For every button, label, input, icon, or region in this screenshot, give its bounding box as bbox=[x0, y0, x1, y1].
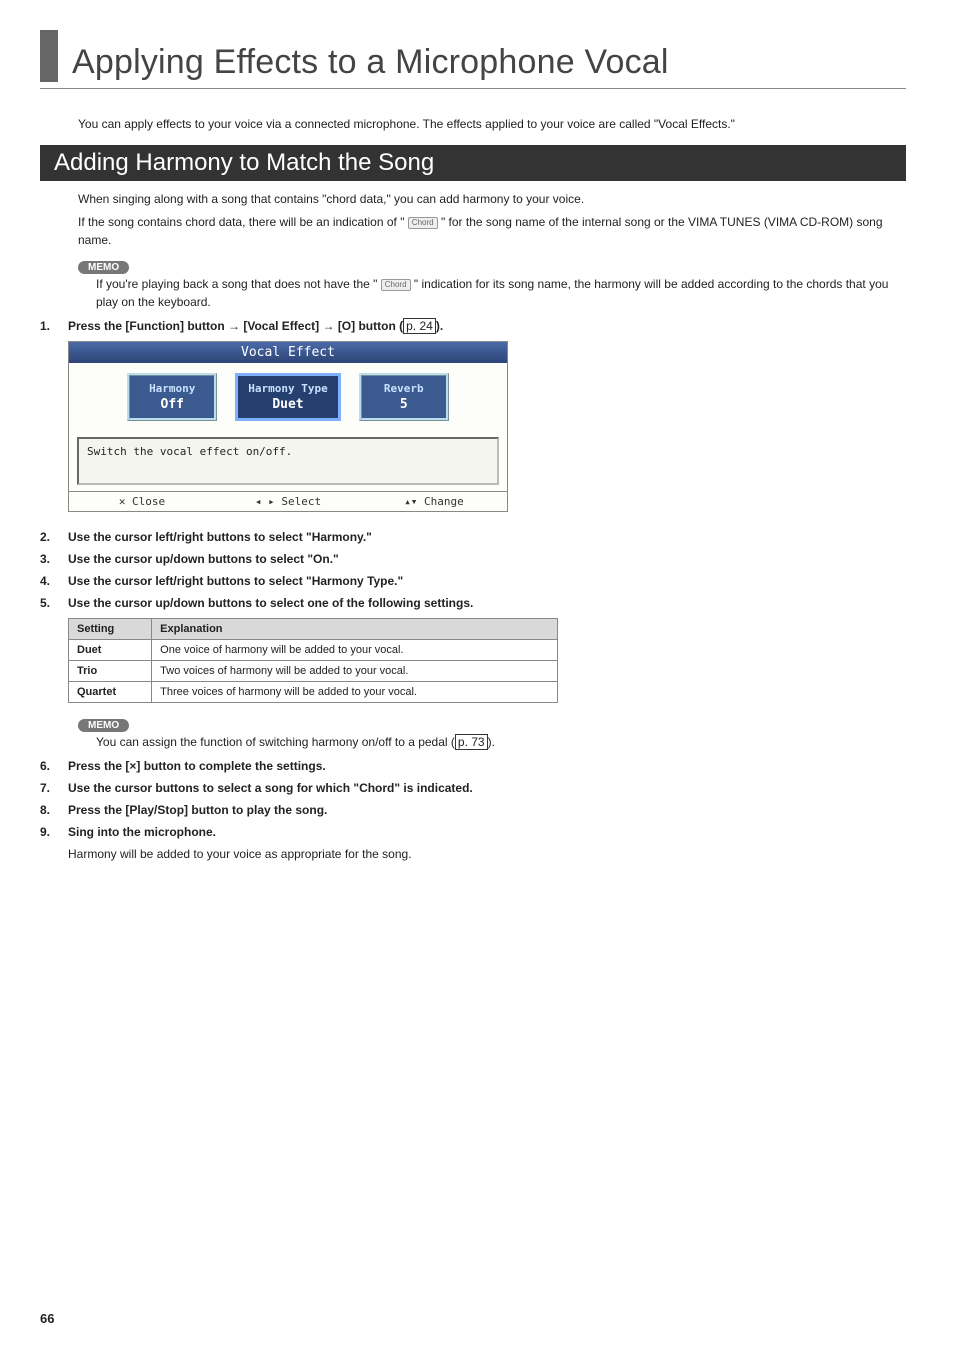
page-ref-link[interactable]: p. 73 bbox=[455, 734, 488, 750]
table-header-row: Setting Explanation bbox=[69, 618, 558, 639]
para-2a: If the song contains chord data, there w… bbox=[78, 215, 408, 229]
step1-texta: Press the [Function] button bbox=[68, 319, 228, 333]
step-body: Sing into the microphone. bbox=[68, 825, 906, 839]
step-number: 3. bbox=[40, 552, 68, 566]
step1-textc: [O] button ( bbox=[338, 319, 403, 333]
step-number: 1. bbox=[40, 319, 68, 333]
page-number: 66 bbox=[40, 1311, 54, 1326]
param-type-value: Duet bbox=[248, 397, 327, 412]
step-row: 4. Use the cursor left/right buttons to … bbox=[40, 574, 906, 588]
step-row: 7. Use the cursor buttons to select a so… bbox=[40, 781, 906, 795]
step-row: 2. Use the cursor left/right buttons to … bbox=[40, 530, 906, 544]
chord-chip-icon-2: Chord bbox=[381, 279, 411, 291]
table-cell-setting: Duet bbox=[69, 639, 152, 660]
step-body: Use the cursor up/down buttons to select… bbox=[68, 552, 906, 566]
memo-text-2: You can assign the function of switching… bbox=[96, 734, 906, 751]
screen-footer: ✕ Close ◂ ▸ Select ▴▾ Change bbox=[69, 491, 507, 511]
step-body: Use the cursor buttons to select a song … bbox=[68, 781, 906, 795]
step1-textd: ). bbox=[436, 319, 443, 333]
vocal-effect-screen: Vocal Effect Harmony Off Harmony Type Du… bbox=[68, 341, 508, 512]
section-heading: Adding Harmony to Match the Song bbox=[40, 145, 906, 181]
param-harmony: Harmony Off bbox=[127, 373, 217, 421]
table-row: Trio Two voices of harmony will be added… bbox=[69, 660, 558, 681]
step-number: 8. bbox=[40, 803, 68, 817]
para-2: If the song contains chord data, there w… bbox=[78, 214, 906, 249]
memo-badge-2: MEMO bbox=[78, 719, 129, 732]
param-reverb: Reverb 5 bbox=[359, 373, 449, 421]
param-type-label: Harmony Type bbox=[248, 382, 327, 395]
step-row: 3. Use the cursor up/down buttons to sel… bbox=[40, 552, 906, 566]
step-number: 2. bbox=[40, 530, 68, 544]
step-body: Press the [Play/Stop] button to play the… bbox=[68, 803, 906, 817]
step-body: Use the cursor up/down buttons to select… bbox=[68, 596, 906, 610]
memo2b: ). bbox=[488, 735, 495, 749]
table-cell-explanation: Two voices of harmony will be added to y… bbox=[152, 660, 558, 681]
table-cell-setting: Trio bbox=[69, 660, 152, 681]
screen-foot-change: ▴▾ Change bbox=[361, 492, 507, 511]
screen-foot-select: ◂ ▸ Select bbox=[215, 492, 361, 511]
memo2a: You can assign the function of switching… bbox=[96, 735, 455, 749]
step-body: Use the cursor left/right buttons to sel… bbox=[68, 530, 906, 544]
page-title: Applying Effects to a Microphone Vocal bbox=[72, 43, 669, 82]
table-cell-setting: Quartet bbox=[69, 681, 152, 702]
table-cell-explanation: Three voices of harmony will be added to… bbox=[152, 681, 558, 702]
step-number: 6. bbox=[40, 759, 68, 773]
chord-chip-icon: Chord bbox=[408, 217, 438, 229]
param-reverb-value: 5 bbox=[372, 397, 436, 412]
memo-badge-1: MEMO bbox=[78, 261, 129, 274]
step-body: Use the cursor left/right buttons to sel… bbox=[68, 574, 906, 588]
intro-text: You can apply effects to your voice via … bbox=[78, 117, 906, 131]
para-1: When singing along with a song that cont… bbox=[78, 191, 906, 208]
step-row: 5. Use the cursor up/down buttons to sel… bbox=[40, 596, 906, 610]
arrow-icon: → bbox=[322, 319, 334, 333]
table-header-explanation: Explanation bbox=[152, 618, 558, 639]
screen-title: Vocal Effect bbox=[69, 342, 507, 363]
param-harmony-type: Harmony Type Duet bbox=[235, 373, 340, 421]
step-row: 1. Press the [Function] button → [Vocal … bbox=[40, 319, 906, 333]
table-cell-explanation: One voice of harmony will be added to yo… bbox=[152, 639, 558, 660]
memo-text-1: If you're playing back a song that does … bbox=[96, 276, 906, 311]
table-row: Quartet Three voices of harmony will be … bbox=[69, 681, 558, 702]
param-harmony-label: Harmony bbox=[140, 382, 204, 395]
param-harmony-value: Off bbox=[140, 397, 204, 412]
step1-textb: [Vocal Effect] bbox=[243, 319, 322, 333]
step-row: 9. Sing into the microphone. bbox=[40, 825, 906, 839]
step-body: Press the [Function] button → [Vocal Eff… bbox=[68, 319, 906, 333]
step-row: 8. Press the [Play/Stop] button to play … bbox=[40, 803, 906, 817]
step-number: 9. bbox=[40, 825, 68, 839]
settings-table: Setting Explanation Duet One voice of ha… bbox=[68, 618, 558, 703]
step-number: 5. bbox=[40, 596, 68, 610]
title-accent-bar bbox=[40, 30, 58, 82]
step-body: Press the [×] button to complete the set… bbox=[68, 759, 906, 773]
arrow-icon: → bbox=[228, 319, 240, 333]
memo1a: If you're playing back a song that does … bbox=[96, 277, 381, 291]
param-reverb-label: Reverb bbox=[372, 382, 436, 395]
step-row: 6. Press the [×] button to complete the … bbox=[40, 759, 906, 773]
screen-foot-close: ✕ Close bbox=[69, 492, 215, 511]
page-ref-link[interactable]: p. 24 bbox=[403, 318, 436, 334]
table-header-setting: Setting bbox=[69, 618, 152, 639]
step-number: 7. bbox=[40, 781, 68, 795]
screen-description: Switch the vocal effect on/off. bbox=[77, 437, 499, 485]
table-row: Duet One voice of harmony will be added … bbox=[69, 639, 558, 660]
step-number: 4. bbox=[40, 574, 68, 588]
step9-sub: Harmony will be added to your voice as a… bbox=[68, 847, 906, 861]
